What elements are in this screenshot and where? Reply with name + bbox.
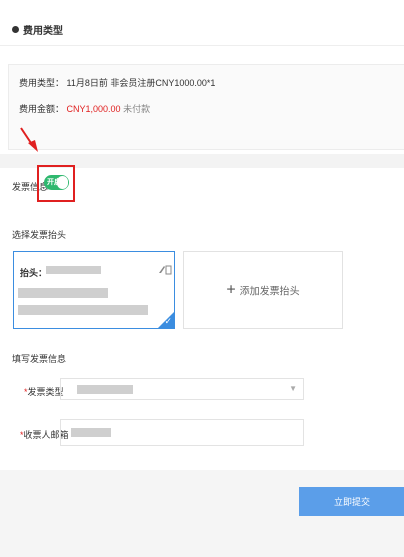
check-icon: ✓ bbox=[164, 316, 172, 326]
toggle-highlight-box: 开启 bbox=[37, 165, 75, 202]
card-title-label: 抬头： bbox=[20, 268, 48, 278]
fee-info-box: 费用类型： 11月8日前 非会员注册CNY1000.00*1 费用金额： CNY… bbox=[8, 64, 404, 150]
submit-button[interactable]: 立即提交 bbox=[299, 487, 404, 516]
fee-type-row: 费用类型： 11月8日前 非会员注册CNY1000.00*1 bbox=[19, 76, 215, 89]
fee-amount-label: 费用金额： bbox=[19, 104, 65, 114]
fee-amount-value: CNY1,000.00 bbox=[66, 104, 121, 114]
chevron-down-icon: ▼ bbox=[289, 384, 297, 393]
fee-type-value: 11月8日前 非会员注册CNY1000.00*1 bbox=[66, 78, 216, 88]
redacted-line-1 bbox=[18, 288, 108, 298]
invoice-toggle[interactable]: 开启 bbox=[44, 175, 69, 190]
fill-invoice-info-label: 填写发票信息 bbox=[12, 354, 67, 364]
fee-amount-row: 费用金额： CNY1,000.00 未付款 bbox=[19, 102, 150, 115]
redacted-title bbox=[46, 266, 101, 274]
add-invoice-header-button[interactable]: + 添加发票抬头 bbox=[226, 281, 300, 298]
invoice-type-select[interactable]: ▼ bbox=[60, 378, 304, 400]
redacted-invoice-type bbox=[77, 385, 133, 394]
payment-status: 未付款 bbox=[123, 104, 151, 114]
plus-icon: + bbox=[226, 281, 236, 298]
add-invoice-header-card[interactable]: + 添加发票抬头 bbox=[183, 251, 343, 329]
invoice-header-card[interactable]: 抬头： ✓ bbox=[13, 251, 175, 329]
redacted-line-2 bbox=[18, 305, 148, 315]
recipient-email-input[interactable] bbox=[60, 419, 304, 446]
fee-type-label: 费用类型： bbox=[19, 78, 65, 88]
redacted-email bbox=[71, 428, 111, 437]
divider bbox=[0, 45, 404, 46]
invoice-type-field-label: *发票类型 bbox=[24, 387, 64, 397]
bullet-icon bbox=[12, 26, 19, 33]
add-invoice-header-text: 添加发票抬头 bbox=[239, 286, 300, 298]
fee-type-section-title: 费用类型 bbox=[12, 22, 63, 37]
annotation-arrow-icon bbox=[20, 127, 38, 152]
edit-delete-icon[interactable] bbox=[158, 263, 172, 275]
section-title-text: 费用类型 bbox=[23, 26, 63, 37]
toggle-knob bbox=[57, 176, 68, 189]
select-invoice-header-label: 选择发票抬头 bbox=[12, 230, 67, 240]
